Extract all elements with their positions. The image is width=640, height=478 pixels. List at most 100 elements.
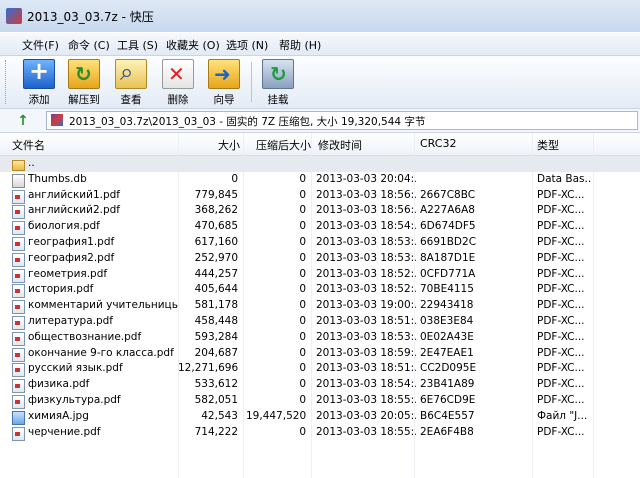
file-type: PDF-XC... [537, 378, 585, 391]
file-size: 779,845 [194, 188, 238, 201]
menu-favorites[interactable]: 收藏夹 (O) [166, 37, 220, 53]
column-header-modified[interactable]: 修改时间 [318, 137, 362, 153]
toolbar-grip[interactable] [5, 60, 9, 104]
column-header-type[interactable]: 类型 [537, 137, 559, 153]
file-modified: 2013-03-03 18:53:... [316, 251, 416, 264]
column-header-crc[interactable]: CRC32 [420, 137, 456, 150]
menu-help[interactable]: 帮助 (H) [279, 37, 321, 53]
table-row[interactable]: биология.pdf 470,685 0 2013-03-03 18:54:...… [0, 219, 640, 236]
add-button[interactable]: 添加 [18, 57, 60, 106]
pdf-file-icon [12, 284, 25, 299]
menu-tools[interactable]: 工具 (S) [117, 37, 158, 53]
file-modified: 2013-03-03 18:53:... [316, 236, 416, 248]
file-name: черчение.pdf [28, 425, 101, 438]
file-modified: 2013-03-03 18:52:... [316, 283, 416, 296]
file-name: химияА.jpg [28, 409, 89, 422]
menu-options[interactable]: 选项 (N) [226, 37, 268, 53]
table-row[interactable]: окончание 9-го класса.pdf 204,687 0 2013-03… [0, 346, 640, 362]
table-row[interactable]: география2.pdf 252,970 0 2013-03-03 18:53:.… [0, 251, 640, 267]
file-crc: 8A187D1E [420, 251, 476, 264]
parent-folder-row[interactable]: .. [0, 156, 640, 172]
file-packed-size: 0 [299, 251, 306, 264]
table-row[interactable]: Thumbs.db 0 0 2013-03-03 20:04:... Data Bas.… [0, 172, 640, 188]
pdf-file-icon [12, 426, 25, 441]
file-name: русский язык.pdf [28, 362, 123, 375]
table-row[interactable]: география1.pdf 617,160 0 2013-03-03 18:53:.… [0, 235, 640, 251]
pdf-file-icon [12, 221, 25, 236]
file-type: PDF-XC... [537, 220, 585, 233]
file-modified: 2013-03-03 18:54:... [316, 220, 416, 233]
wizard-label: 向导 [213, 94, 235, 106]
file-type: PDF-XC... [537, 299, 585, 312]
file-modified: 2013-03-03 18:56:... [316, 188, 416, 201]
table-row[interactable]: черчение.pdf 714,222 0 2013-03-03 18:55:...… [0, 425, 640, 441]
wizard-button[interactable]: 向导 [203, 59, 245, 106]
db-file-icon [12, 173, 25, 188]
table-row[interactable]: литература.pdf 458,448 0 2013-03-03 18:51:.… [0, 314, 640, 330]
folder-icon [12, 160, 25, 171]
table-row[interactable]: физика.pdf 533,612 0 2013-03-03 18:54:... 23… [0, 377, 640, 394]
file-packed-size: 0 [299, 188, 306, 201]
file-crc: B6C4E557 [420, 409, 475, 422]
delete-button[interactable]: 删除 [157, 59, 199, 106]
file-name: .. [28, 157, 35, 169]
archive-icon [51, 114, 63, 126]
extract-button[interactable]: 解压到 [63, 59, 105, 106]
table-row[interactable]: английский2.pdf 368,262 0 2013-03-03 18:56:… [0, 203, 640, 220]
file-crc: 6691BD2C [420, 236, 477, 248]
column-header-packed[interactable]: 压缩后大小 [256, 137, 311, 153]
view-button[interactable]: 查看 [110, 58, 152, 106]
file-name: география1.pdf [28, 236, 115, 248]
file-packed-size: 0 [299, 220, 306, 233]
pdf-file-icon [12, 363, 25, 378]
address-field[interactable]: 2013_03_03.7z\2013_03_03 - 固实的 7Z 压缩包, 大… [46, 111, 638, 130]
file-type: PDF-XC... [537, 204, 585, 217]
file-size: 42,543 [201, 409, 238, 422]
file-modified: 2013-03-03 20:04:... [316, 172, 416, 185]
pdf-file-icon [12, 268, 25, 283]
file-crc: 22943418 [420, 299, 474, 312]
table-row[interactable]: история.pdf 405,644 0 2013-03-03 18:52:... 7… [0, 282, 640, 299]
file-crc: 2E47EAE1 [420, 346, 474, 359]
menu-file[interactable]: 文件(F) [22, 37, 59, 53]
table-row[interactable]: обществознание.pdf 593,284 0 2013-03-03 18:… [0, 330, 640, 346]
file-modified: 2013-03-03 18:53:... [316, 330, 416, 343]
file-crc: 0CFD771A [420, 267, 476, 280]
table-row[interactable]: комментарий учительницы о... 581,178 0 2013… [0, 298, 640, 315]
file-packed-size: 0 [299, 283, 306, 296]
file-size: 714,222 [194, 425, 238, 438]
file-size: 405,644 [194, 283, 238, 296]
pdf-file-icon [12, 316, 25, 330]
file-packed-size: 0 [299, 362, 306, 375]
file-type: PDF-XC... [537, 188, 585, 201]
table-row[interactable]: русский язык.pdf 12,271,696 0 2013-03-03 18… [0, 361, 640, 378]
table-row[interactable]: физкультура.pdf 582,051 0 2013-03-03 18:55:… [0, 393, 640, 409]
pdf-file-icon [12, 331, 25, 346]
file-name: Thumbs.db [28, 172, 87, 185]
file-name: история.pdf [28, 283, 94, 296]
up-folder-icon[interactable]: ↑ [15, 113, 31, 129]
table-row[interactable]: английский1.pdf 779,845 0 2013-03-03 18:56:… [0, 188, 640, 204]
mount-button[interactable]: 挂载 [257, 59, 299, 106]
title-bar: 2013_03_03.7z - 快压 [0, 0, 640, 32]
file-name: физика.pdf [28, 378, 90, 391]
file-name: география2.pdf [28, 251, 115, 264]
table-row[interactable]: геометрия.pdf 444,257 0 2013-03-03 18:52:..… [0, 267, 640, 283]
file-size: 582,051 [194, 394, 238, 406]
delete-icon [162, 59, 194, 89]
file-list[interactable]: 文件名 大小 压缩后大小 修改时间 CRC32 类型 .. Thumbs.db 0 0… [0, 133, 640, 478]
pdf-file-icon [12, 189, 25, 204]
file-crc: 6D674DF5 [420, 220, 476, 233]
file-type: Data Bas... [537, 172, 592, 185]
file-name: литература.pdf [28, 315, 114, 327]
wizard-icon [208, 59, 240, 89]
menu-command[interactable]: 命令 (C) [68, 37, 110, 53]
view-label: 查看 [120, 94, 142, 106]
extract-label: 解压到 [68, 94, 100, 106]
toolbar-separator [251, 62, 252, 102]
table-row[interactable]: химияА.jpg 42,543 19,447,520 2013-03-03 20:… [0, 409, 640, 425]
column-header-size[interactable]: 大小 [218, 137, 240, 153]
mount-label: 挂载 [267, 94, 289, 106]
file-name: окончание 9-го класса.pdf [28, 346, 174, 359]
column-header-name[interactable]: 文件名 [12, 137, 45, 153]
